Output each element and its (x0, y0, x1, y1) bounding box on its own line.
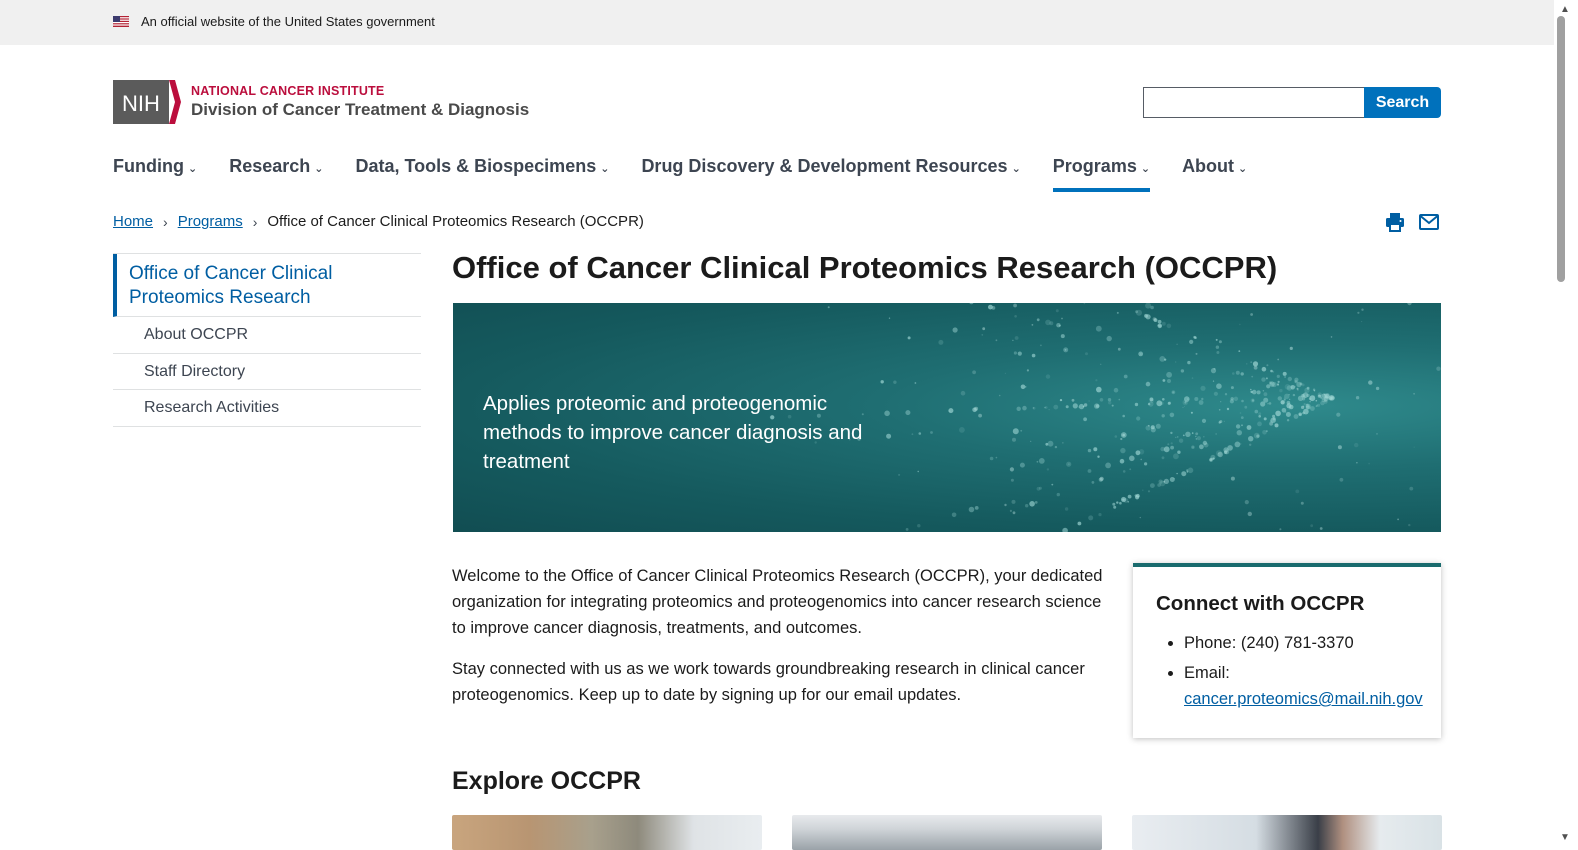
breadcrumb-separator: › (252, 213, 258, 230)
nav-label: Data, Tools & Biospecimens (355, 156, 597, 176)
connect-email-label: Email: (1184, 664, 1230, 682)
breadcrumb-home[interactable]: Home (113, 213, 153, 230)
sidenav-item-staff[interactable]: Staff Directory (113, 354, 421, 390)
hero-text: Applies proteomic and proteogenomic meth… (483, 392, 863, 473)
sidenav-item-occpr[interactable]: Office of Cancer Clinical Proteomics Res… (113, 254, 421, 317)
connect-email-item: Email: cancer.proteomics@mail.nih.gov (1184, 660, 1427, 712)
gov-banner-text: An official website of the United States… (141, 14, 435, 29)
side-nav: Office of Cancer Clinical Proteomics Res… (113, 253, 421, 427)
connect-email-link[interactable]: cancer.proteomics@mail.nih.gov (1184, 690, 1423, 708)
nav-funding[interactable]: Funding ⌄ (113, 150, 197, 192)
breadcrumb-current: Office of Cancer Clinical Proteomics Res… (267, 213, 644, 230)
breadcrumb-separator: › (163, 213, 168, 230)
logo-org: NATIONAL CANCER INSTITUTE (191, 84, 385, 98)
chevron-down-icon: ⌄ (1011, 163, 1021, 175)
nav-label: Drug Discovery & Development Resources (641, 156, 1008, 176)
nav-label: Funding (113, 156, 184, 176)
breadcrumb-programs[interactable]: Programs (178, 213, 243, 230)
chevron-down-icon: ⌄ (1140, 163, 1151, 175)
breadcrumb: Home › Programs › Office of Cancer Clini… (113, 213, 644, 230)
gov-banner: An official website of the United States… (0, 0, 1554, 45)
scroll-down-arrow-icon[interactable]: ▼ (1560, 832, 1570, 843)
chevron-down-icon: ⌄ (187, 163, 198, 175)
nav-label: Research (229, 156, 311, 176)
nav-about[interactable]: About ⌄ (1182, 150, 1247, 192)
search-input[interactable] (1143, 87, 1365, 118)
connect-phone: Phone: (240) 781-3370 (1184, 630, 1427, 656)
explore-card-image[interactable] (452, 815, 762, 850)
page-title: Office of Cancer Clinical Proteomics Res… (452, 250, 1278, 285)
scroll-up-arrow-icon[interactable]: ▲ (1560, 4, 1570, 15)
explore-card-image[interactable] (1132, 815, 1442, 850)
hero-banner: Applies proteomic and proteogenomic meth… (453, 303, 1441, 532)
intro-paragraph: Welcome to the Office of Cancer Clinical… (452, 567, 1103, 637)
us-flag-icon (113, 16, 129, 27)
nav-data-tools[interactable]: Data, Tools & Biospecimens ⌄ (355, 150, 609, 192)
intro-content: Welcome to the Office of Cancer Clinical… (452, 563, 1112, 723)
intro-paragraph: Stay connected with us as we work toward… (452, 660, 1085, 704)
logo-mark: NIH (122, 91, 160, 116)
explore-card-image[interactable] (792, 815, 1102, 850)
connect-card: Connect with OCCPR Phone: (240) 781-3370… (1133, 563, 1441, 738)
logo-division: Division of Cancer Treatment & Diagnosis (191, 100, 530, 119)
nav-drug-discovery[interactable]: Drug Discovery & Development Resources ⌄ (641, 150, 1020, 192)
chevron-down-icon: ⌄ (314, 163, 324, 175)
main-nav: Funding ⌄ Research ⌄ Data, Tools & Biospec… (113, 150, 1279, 192)
chevron-down-icon: ⌄ (1238, 163, 1248, 175)
site-logo[interactable]: NIH NATIONAL CANCER INSTITUTE Division o… (113, 80, 529, 124)
nih-logo-icon: NIH (113, 80, 181, 124)
scrollbar-thumb[interactable] (1557, 16, 1565, 282)
sidenav-item-research-activities[interactable]: Research Activities (113, 390, 421, 427)
explore-heading: Explore OCCPR (452, 767, 641, 795)
chevron-down-icon: ⌄ (600, 163, 610, 175)
print-icon[interactable] (1384, 211, 1406, 233)
nav-label: Programs (1052, 156, 1137, 176)
connect-heading: Connect with OCCPR (1156, 592, 1365, 615)
mail-icon[interactable] (1418, 211, 1440, 233)
search-button[interactable]: Search (1364, 87, 1441, 118)
nav-programs[interactable]: Programs ⌄ (1052, 150, 1151, 192)
sidenav-item-about[interactable]: About OCCPR (113, 317, 421, 354)
scrollbar[interactable]: ▲ ▼ (1554, 0, 1578, 850)
nav-research[interactable]: Research ⌄ (229, 150, 323, 192)
nav-label: About (1182, 156, 1235, 176)
